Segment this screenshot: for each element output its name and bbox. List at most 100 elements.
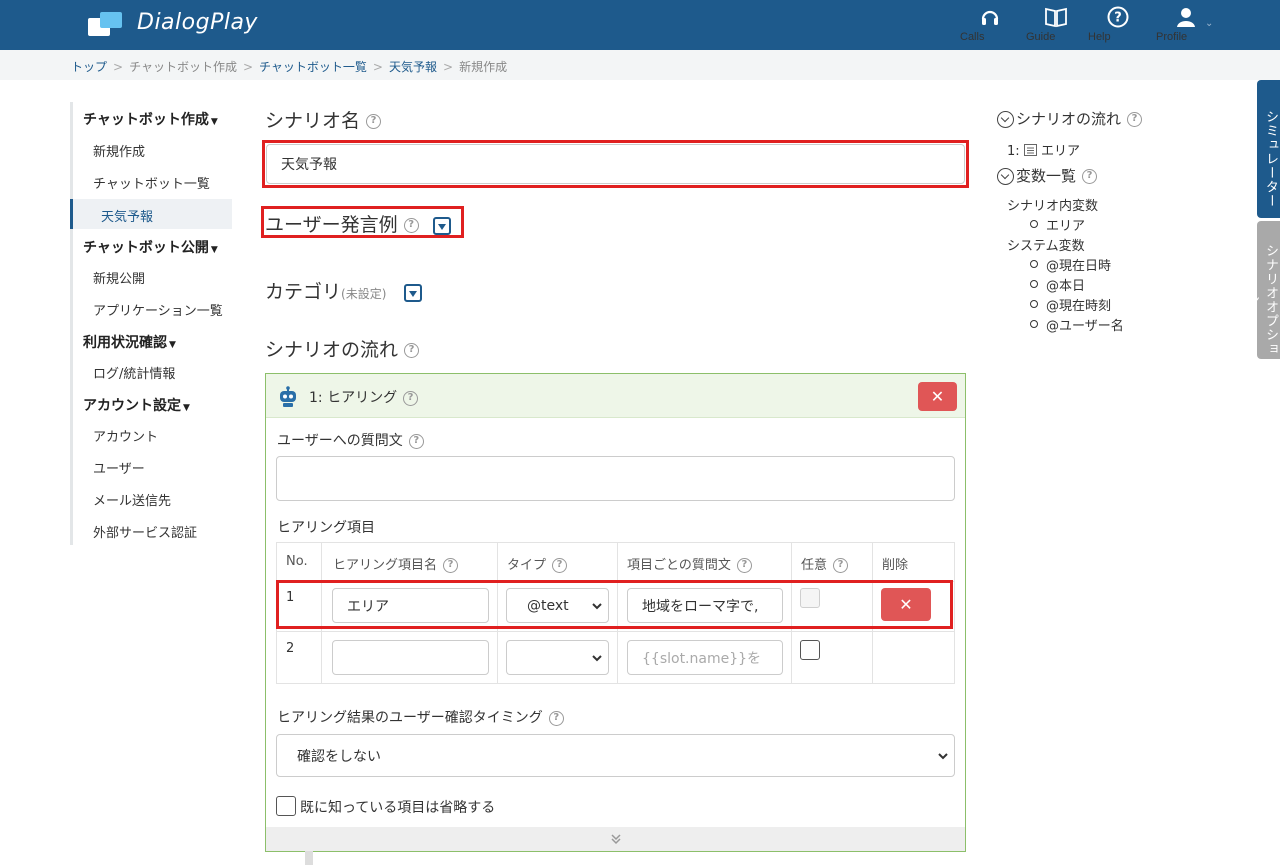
- confirm-timing-select[interactable]: 確認をしない: [276, 734, 955, 777]
- double-chevron-down-icon: [611, 834, 621, 845]
- col-no: No.: [286, 554, 308, 569]
- nav-help[interactable]: ? Help: [1088, 6, 1148, 43]
- col-item-question: 項目ごとの質問文?: [627, 543, 752, 581]
- chevron-down-icon: [592, 602, 602, 609]
- system-var-item: @現在時刻: [1029, 295, 1111, 314]
- question-label: ユーザーへの質問文?: [277, 430, 424, 450]
- panel-title: 1: ヒアリング?: [309, 387, 419, 407]
- sidebar-item-account[interactable]: アカウント: [93, 426, 158, 445]
- help-icon[interactable]: ?: [1082, 169, 1098, 184]
- row2-question-input[interactable]: {{slot.name}}を: [627, 640, 783, 675]
- help-icon[interactable]: ?: [736, 558, 752, 573]
- sidebar-item-new[interactable]: 新規作成: [93, 141, 145, 160]
- nav-calls[interactable]: Calls: [960, 6, 1020, 43]
- sidebar-item-new-publish[interactable]: 新規公開: [93, 268, 145, 287]
- sidebar-item-users[interactable]: ユーザー: [93, 458, 145, 477]
- brand-name[interactable]: DialogPlay: [137, 10, 258, 35]
- category-heading: カテゴリ(未設定): [265, 277, 423, 304]
- help-icon[interactable]: ?: [366, 114, 382, 129]
- col-optional: 任意?: [801, 543, 849, 581]
- confirm-timing-label: ヒアリング結果のユーザー確認タイミング?: [277, 707, 564, 727]
- sidebar-section-create[interactable]: チャットボット作成 ▼: [83, 109, 218, 129]
- help-icon[interactable]: ?: [443, 558, 459, 573]
- sidebar-item-bot-list[interactable]: チャットボット一覧: [93, 173, 210, 192]
- help-icon[interactable]: ?: [552, 558, 568, 573]
- list-icon: [1023, 144, 1037, 156]
- top-header: DialogPlay Calls Guide ? Help Profile ⌄: [0, 0, 1280, 50]
- col-item-name: ヒアリング項目名?: [333, 543, 459, 581]
- help-icon[interactable]: ?: [408, 433, 424, 449]
- chevron-down-icon[interactable]: ⌄: [1205, 18, 1213, 29]
- col-type: タイプ?: [507, 543, 568, 581]
- help-icon[interactable]: ?: [833, 558, 849, 573]
- row2-no: 2: [286, 641, 295, 656]
- svg-text:?: ?: [1114, 11, 1122, 26]
- right-flow-heading[interactable]: シナリオの流れ?: [997, 108, 1143, 129]
- right-vars-heading[interactable]: 変数一覧?: [997, 165, 1098, 186]
- row1-delete-button[interactable]: ✕: [881, 588, 931, 621]
- right-flow-item[interactable]: 1: エリア: [1007, 140, 1080, 159]
- row1-optional-checkbox[interactable]: [800, 588, 820, 608]
- row1-question-input[interactable]: 地域をローマ字で,: [627, 588, 783, 623]
- row2-type-select[interactable]: [506, 640, 609, 675]
- chevron-down-icon: [938, 752, 948, 759]
- book-icon: [1045, 7, 1067, 28]
- scenario-var-item: エリア: [1029, 215, 1085, 234]
- breadcrumb-bot[interactable]: 天気予報: [389, 60, 437, 74]
- sidebar-section-publish[interactable]: チャットボット公開 ▼: [83, 237, 218, 257]
- row1-type-select[interactable]: @text: [506, 588, 609, 623]
- breadcrumb-top[interactable]: トップ: [71, 60, 107, 74]
- expand-toggle-icon[interactable]: [404, 283, 423, 302]
- help-icon: ?: [1107, 6, 1129, 28]
- skip-known-checkbox[interactable]: [276, 796, 296, 816]
- simulator-tab[interactable]: シミュレーター: [1257, 80, 1280, 218]
- question-input[interactable]: [276, 456, 955, 501]
- sidebar-section-usage[interactable]: 利用状況確認 ▼: [83, 332, 176, 352]
- panel-header: 1: ヒアリング? ✕: [266, 374, 965, 418]
- expand-toggle-icon[interactable]: [432, 216, 451, 235]
- collapse-chevron-icon: [997, 168, 1014, 185]
- flow-connector: [305, 851, 313, 865]
- sidebar-item-app-list[interactable]: アプリケーション一覧: [93, 300, 223, 319]
- system-var-item: @本日: [1029, 275, 1085, 294]
- help-icon[interactable]: ?: [403, 390, 419, 406]
- logo-icon[interactable]: [88, 10, 124, 40]
- help-icon[interactable]: ?: [1127, 112, 1143, 127]
- scenario-name-input[interactable]: 天気予報: [266, 144, 965, 184]
- col-delete: 削除: [882, 558, 909, 573]
- breadcrumb-list[interactable]: チャットボット一覧: [259, 60, 367, 74]
- sidebar-item-mail[interactable]: メール送信先: [93, 490, 171, 509]
- headset-icon: [981, 10, 999, 25]
- system-vars-label: システム変数: [1007, 239, 1085, 254]
- user-icon: [1177, 8, 1195, 27]
- help-icon[interactable]: ?: [548, 710, 564, 726]
- sidebar-item-external-auth[interactable]: 外部サービス認証: [93, 522, 197, 541]
- system-var-item: @ユーザー名: [1030, 315, 1124, 334]
- breadcrumb: トップ > チャットボット作成 > チャットボット一覧 > 天気予報 > 新規作成: [0, 50, 1280, 80]
- sidebar-item-weather[interactable]: 天気予報: [70, 199, 232, 229]
- row2-optional-checkbox[interactable]: [800, 640, 820, 660]
- row1-no: 1: [286, 590, 295, 605]
- help-icon[interactable]: ?: [403, 218, 419, 233]
- delete-panel-button[interactable]: ✕: [918, 382, 957, 411]
- user-utterance-heading: ユーザー発言例?: [265, 210, 451, 237]
- system-var-item: @現在日時: [1029, 255, 1111, 274]
- scenario-name-heading: シナリオ名?: [265, 106, 382, 133]
- panel-footer[interactable]: [266, 827, 965, 851]
- scenario-vars-label: シナリオ内変数: [1007, 199, 1099, 214]
- breadcrumb-current: 新規作成: [459, 60, 508, 74]
- collapse-chevron-icon: [997, 111, 1014, 128]
- row1-item-name-input[interactable]: エリア: [332, 588, 489, 623]
- row2-item-name-input[interactable]: [332, 640, 489, 675]
- sidebar-section-account[interactable]: アカウント設定 ▼: [83, 395, 190, 415]
- chevron-down-icon: [592, 654, 602, 661]
- help-icon[interactable]: ?: [404, 343, 420, 358]
- sidebar-item-logs[interactable]: ログ/統計情報: [93, 363, 175, 382]
- skip-known-label: 既に知っている項目は省略する: [300, 800, 496, 816]
- nav-guide[interactable]: Guide: [1026, 6, 1086, 43]
- scenario-options-tab[interactable]: シナリオオプション: [1244, 221, 1280, 359]
- nav-help-label: Help: [1088, 31, 1111, 43]
- nav-guide-label: Guide: [1026, 31, 1056, 43]
- robot-icon: [280, 386, 296, 407]
- category-note: (未設定): [341, 287, 387, 301]
